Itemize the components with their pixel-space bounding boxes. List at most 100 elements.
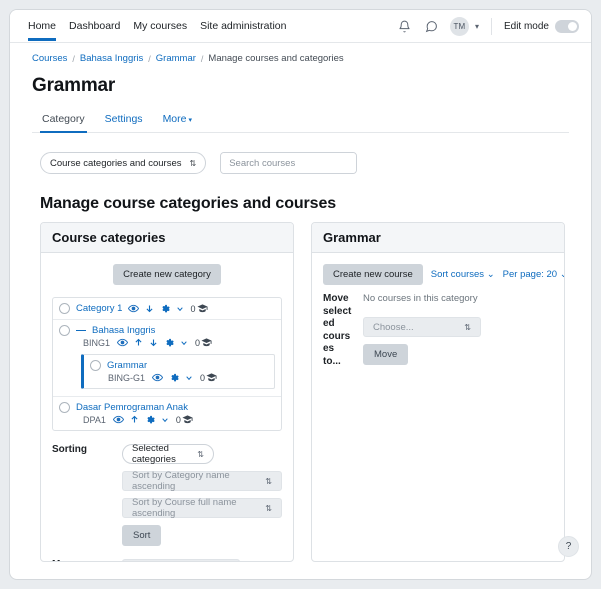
create-category-row: Create new category xyxy=(52,264,282,285)
chevron-down-icon: ▾ xyxy=(188,117,193,124)
gear-icon[interactable] xyxy=(160,304,171,314)
arrow-down-icon[interactable] xyxy=(149,337,158,348)
tab-more[interactable]: More ▾ xyxy=(161,110,194,132)
sort-courses-link-label: Sort courses xyxy=(430,269,485,280)
per-page-link[interactable]: Per page: 20 ⌄ xyxy=(503,269,564,280)
breadcrumb: Courses / Bahasa Inggris / Grammar / Man… xyxy=(32,43,569,66)
sort-button[interactable]: Sort xyxy=(122,525,162,546)
list-item[interactable]: — Bahasa Inggris BING1 0 Grammar BING-G1… xyxy=(53,320,281,397)
course-categories-panel-body: Create new category Category 1 0 — Bahas… xyxy=(41,253,293,561)
category-actions xyxy=(128,303,184,314)
section-heading: Manage course categories and courses xyxy=(40,195,337,212)
graduation-cap-icon xyxy=(201,337,212,348)
eye-icon[interactable] xyxy=(128,303,140,314)
sort-courses-select[interactable]: Sort by Course full name ascending ⇅ xyxy=(122,497,282,519)
breadcrumb-item-grammar[interactable]: Grammar xyxy=(156,53,196,64)
chevron-down-icon[interactable] xyxy=(176,305,184,313)
filter-row: Course categories and courses ⇅ xyxy=(32,152,569,174)
edit-mode-switch[interactable]: Edit mode xyxy=(504,19,579,33)
category-meta: BING1 0 xyxy=(59,337,275,348)
top-navbar: Home Dashboard My courses Site administr… xyxy=(10,10,591,43)
move-categories-controls: Choose... ⇅ Move xyxy=(122,559,282,561)
tab-settings[interactable]: Settings xyxy=(103,110,145,132)
category-list: Category 1 0 — Bahasa Inggris BING1 0 Gr… xyxy=(52,297,282,431)
category-link[interactable]: Bahasa Inggris xyxy=(92,325,155,336)
category-checkbox[interactable] xyxy=(59,303,70,314)
select-arrows-icon: ⇅ xyxy=(265,503,272,513)
category-meta: BING-G1 0 xyxy=(90,372,268,383)
course-search xyxy=(220,152,358,174)
category-link[interactable]: Category 1 xyxy=(76,303,122,314)
help-button[interactable]: ? xyxy=(558,536,579,557)
category-courses-panel-body: Create new course Sort courses ⌄ Per pag… xyxy=(312,253,564,561)
select-arrows-icon: ⇅ xyxy=(189,158,197,168)
select-arrows-icon: ⇅ xyxy=(464,322,471,332)
sort-courses-link[interactable]: Sort courses ⌄ xyxy=(431,269,495,280)
move-categories-label: Move selected categories to... xyxy=(52,559,108,561)
nav-item-home[interactable]: Home xyxy=(28,12,57,41)
category-meta: DPA1 0 xyxy=(59,414,275,425)
search-input[interactable] xyxy=(221,153,357,173)
course-count: 0 xyxy=(200,372,217,383)
gear-icon[interactable] xyxy=(169,373,179,383)
category-link[interactable]: Grammar xyxy=(107,360,147,371)
list-item[interactable]: Dasar Pemrograman Anak DPA1 0 xyxy=(53,397,281,430)
chevron-down-icon[interactable] xyxy=(180,339,188,347)
move-courses-button[interactable]: Move xyxy=(363,344,409,365)
bell-icon[interactable] xyxy=(396,18,413,35)
avatar[interactable]: TM xyxy=(449,16,469,36)
graduation-cap-icon xyxy=(182,414,193,425)
chevron-down-icon[interactable] xyxy=(161,416,169,424)
category-courses-panel: Grammar Create new course Sort courses ⌄… xyxy=(311,222,565,562)
category-checkbox[interactable] xyxy=(90,360,101,371)
course-count: 0 xyxy=(190,303,208,314)
no-courses-message: No courses in this category xyxy=(363,293,478,304)
breadcrumb-item-current: Manage courses and categories xyxy=(208,53,344,64)
sorting-label: Sorting xyxy=(52,444,87,455)
view-mode-value: Course categories and courses xyxy=(50,157,182,169)
chevron-down-icon[interactable] xyxy=(185,374,193,382)
page-title: Grammar xyxy=(32,75,116,96)
move-categories-section: Move selected categories to... Choose...… xyxy=(52,559,282,561)
chevron-down-icon[interactable]: ▾ xyxy=(475,22,479,31)
message-icon[interactable] xyxy=(423,18,440,35)
gear-icon[interactable] xyxy=(145,415,155,425)
page-content: Courses / Bahasa Inggris / Grammar / Man… xyxy=(10,43,591,562)
gear-icon[interactable] xyxy=(164,338,174,348)
edit-mode-toggle[interactable] xyxy=(555,19,579,33)
chevron-down-icon: ⌄ xyxy=(486,269,495,280)
sort-categories-select[interactable]: Sort by Category name ascending ⇅ xyxy=(122,470,282,492)
sort-courses-value: Sort by Course full name ascending xyxy=(132,497,237,519)
breadcrumb-separator: / xyxy=(72,53,75,64)
list-item-selected[interactable]: Grammar BING-G1 0 xyxy=(81,354,275,389)
view-mode-select[interactable]: Course categories and courses ⇅ xyxy=(40,152,207,174)
collapse-minus-icon[interactable]: — xyxy=(76,325,86,336)
course-categories-panel-title: Course categories xyxy=(41,223,293,253)
sorting-scope-select[interactable]: Selected categories ⇅ xyxy=(122,443,214,465)
arrow-down-icon[interactable] xyxy=(145,303,154,314)
arrow-up-icon[interactable] xyxy=(134,337,143,348)
sort-categories-value: Sort by Category name ascending xyxy=(132,470,230,492)
move-courses-select[interactable]: Choose... ⇅ xyxy=(363,317,481,337)
move-courses-label: Move selected courses to... xyxy=(323,293,352,367)
create-new-course-button[interactable]: Create new course xyxy=(323,264,423,285)
category-checkbox[interactable] xyxy=(59,402,70,413)
course-categories-panel: Course categories Create new category Ca… xyxy=(40,222,294,562)
eye-icon[interactable] xyxy=(152,372,164,383)
create-new-category-button[interactable]: Create new category xyxy=(113,264,221,285)
move-courses-controls: No courses in this category Choose... ⇅ … xyxy=(363,293,553,368)
nav-item-my-courses[interactable]: My courses xyxy=(133,12,187,41)
arrow-up-icon[interactable] xyxy=(130,414,139,425)
move-categories-select[interactable]: Choose... ⇅ xyxy=(122,559,240,561)
breadcrumb-item-bahasa-inggris[interactable]: Bahasa Inggris xyxy=(80,53,143,64)
breadcrumb-item-courses[interactable]: Courses xyxy=(32,53,67,64)
category-link[interactable]: Dasar Pemrograman Anak xyxy=(76,402,188,413)
category-checkbox[interactable] xyxy=(59,325,70,336)
list-item[interactable]: Category 1 0 xyxy=(53,298,281,320)
eye-icon[interactable] xyxy=(112,414,124,425)
tab-category[interactable]: Category xyxy=(40,110,87,133)
nav-item-dashboard[interactable]: Dashboard xyxy=(69,12,120,41)
nav-item-site-administration[interactable]: Site administration xyxy=(200,12,286,41)
browser-window: Home Dashboard My courses Site administr… xyxy=(9,9,592,580)
eye-icon[interactable] xyxy=(117,337,129,348)
